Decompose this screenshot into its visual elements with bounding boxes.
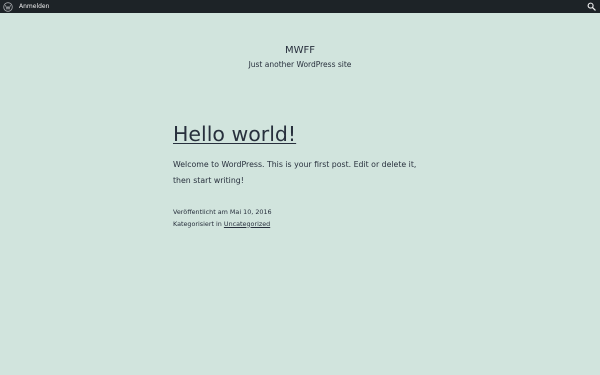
post-title-link[interactable]: Hello world! <box>173 122 296 146</box>
categories-prefix: Kategorisiert in <box>173 219 222 228</box>
site-description: Just another WordPress site <box>248 60 352 69</box>
site-title[interactable]: MWFF <box>0 44 600 57</box>
category-link[interactable]: Uncategorized <box>224 220 270 228</box>
search-icon[interactable] <box>586 1 597 12</box>
post: Hello world! Welcome to WordPress. This … <box>173 120 433 230</box>
post-title: Hello world! <box>173 120 433 148</box>
post-meta: Veröffentlicht am Mai 10, 2016 Kategoris… <box>173 207 433 230</box>
login-link[interactable]: Anmelden <box>19 0 49 13</box>
admin-bar: Anmelden <box>0 0 600 13</box>
post-date: Veröffentlicht am Mai 10, 2016 <box>173 208 272 216</box>
post-categories: Kategorisiert in Uncategorized <box>173 219 433 231</box>
wordpress-icon[interactable] <box>2 1 13 12</box>
post-content: Welcome to WordPress. This is your first… <box>173 160 417 185</box>
site-header: MWFF Just another WordPress site <box>0 44 600 70</box>
